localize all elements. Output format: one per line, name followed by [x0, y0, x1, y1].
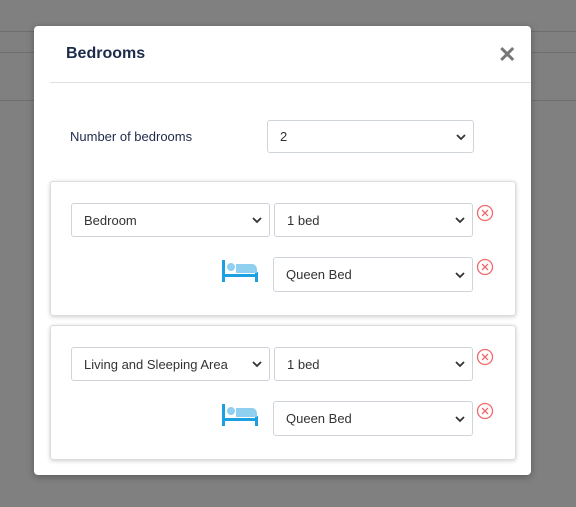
remove-bed-icon[interactable] [476, 402, 494, 420]
remove-room-icon[interactable] [476, 348, 494, 366]
room-type-select[interactable]: Living and Sleeping Area [71, 347, 270, 381]
bedroom-card: Living and Sleeping Area 1 bed Queen Bed [50, 325, 516, 460]
beds-count-select[interactable]: 1 bed [274, 203, 473, 237]
number-of-bedrooms-label: Number of bedrooms [70, 129, 193, 144]
select-value: Bedroom [84, 212, 137, 228]
bedrooms-modal: Bedrooms ✕ Number of bedrooms 2 Bedroom … [34, 26, 531, 475]
bed-icon [222, 260, 258, 282]
select-value: Queen Bed [286, 267, 352, 282]
select-value: 1 bed [287, 356, 320, 372]
chevron-down-icon [455, 217, 465, 224]
chevron-down-icon [455, 415, 465, 422]
room-type-select[interactable]: Bedroom [71, 203, 270, 237]
select-value: 1 bed [287, 212, 320, 228]
beds-count-select[interactable]: 1 bed [274, 347, 473, 381]
select-value: Living and Sleeping Area [84, 356, 228, 372]
chevron-down-icon [252, 361, 262, 368]
remove-room-icon[interactable] [476, 204, 494, 222]
bed-type-select[interactable]: Queen Bed [273, 257, 473, 292]
chevron-down-icon [456, 133, 466, 140]
bed-icon [222, 404, 258, 426]
modal-title: Bedrooms [66, 45, 146, 62]
bed-type-select[interactable]: Queen Bed [273, 401, 473, 436]
chevron-down-icon [455, 271, 465, 278]
remove-bed-icon[interactable] [476, 258, 494, 276]
divider [50, 82, 531, 83]
bedroom-card: Bedroom 1 bed Queen Bed [50, 181, 516, 316]
number-of-bedrooms-select[interactable]: 2 [267, 120, 474, 153]
select-value: 2 [280, 129, 288, 144]
select-value: Queen Bed [286, 411, 352, 426]
chevron-down-icon [252, 217, 262, 224]
close-icon[interactable]: ✕ [498, 44, 516, 66]
chevron-down-icon [455, 361, 465, 368]
